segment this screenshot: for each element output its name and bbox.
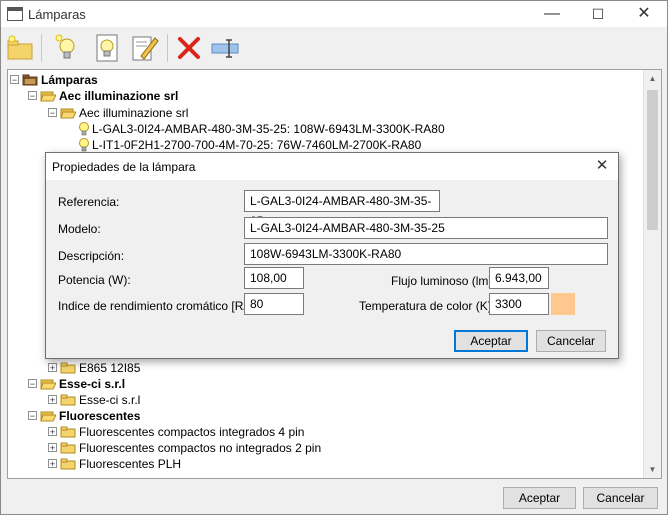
folder-icon — [60, 442, 76, 454]
toolbar-separator — [167, 34, 168, 62]
folder-open-icon — [60, 108, 76, 119]
tree-row[interactable]: + Fluorescentes PLH — [46, 456, 606, 472]
rename-button[interactable] — [209, 32, 241, 64]
tree-row-label: Esse-ci s.r.l — [59, 377, 126, 391]
referencia-label: Referencia: — [58, 195, 120, 209]
dialog-cancel-button[interactable]: Cancelar — [536, 330, 606, 352]
collapse-icon[interactable]: − — [28, 379, 37, 389]
descripcion-label: Descripción: — [58, 249, 125, 263]
temperatura-field[interactable]: 3300 — [489, 293, 549, 315]
maximize-button[interactable]: ☐ — [575, 1, 621, 27]
delete-x-icon — [178, 37, 200, 59]
tree-row-label: Lámparas — [41, 73, 98, 87]
scroll-thumb[interactable] — [647, 90, 658, 230]
tree-row[interactable]: L-GAL3-0I24-AMBAR-480-3M-35-25: 108W-694… — [66, 121, 626, 137]
folder-icon — [60, 426, 76, 438]
tree-vertical-scrollbar[interactable]: ▲ ▼ — [643, 70, 661, 478]
tree-row-label: Aec illuminazione srl — [79, 106, 189, 120]
close-window-button[interactable]: ✕ — [621, 1, 667, 27]
collapse-icon[interactable]: − — [10, 75, 19, 85]
expand-icon[interactable]: + — [48, 427, 57, 437]
bulb-icon — [79, 122, 89, 136]
color-temperature-swatch — [551, 293, 575, 315]
accept-button[interactable]: Aceptar — [503, 487, 576, 509]
delete-button[interactable] — [173, 32, 205, 64]
toolbar-separator — [41, 34, 42, 62]
ira-label: Indice de rendimiento cromático [RA]: — [58, 299, 259, 313]
title-bar: Lámparas — ☐ ✕ — [1, 1, 667, 27]
tree-row[interactable]: − Lámparas — [8, 72, 568, 88]
folder-icon — [60, 458, 76, 470]
tree-row-label: Fluorescentes — [59, 409, 141, 423]
lamp-properties-button[interactable] — [91, 32, 123, 64]
tree-row-label: L-GAL3-0I24-AMBAR-480-3M-35-25: 108W-694… — [92, 122, 445, 136]
folder-open-icon — [40, 91, 56, 102]
tree-row[interactable]: − Fluorescentes — [26, 408, 586, 424]
tree-row-label: Fluorescentes compactos no integrados 2 … — [79, 441, 322, 455]
potencia-label: Potencia (W): — [58, 273, 131, 287]
tree-row[interactable]: + Esse-ci s.r.l — [46, 392, 606, 408]
flujo-luminoso-field[interactable]: 6.943,00 — [489, 267, 549, 289]
dialog-accept-button[interactable]: Aceptar — [454, 330, 528, 352]
modelo-field[interactable]: L-GAL3-0I24-AMBAR-480-3M-35-25 — [244, 217, 608, 239]
new-lamp-icon — [55, 34, 75, 59]
new-lamp-button[interactable] — [51, 32, 83, 64]
folder-open-icon — [40, 379, 56, 390]
collapse-icon[interactable]: − — [28, 91, 37, 101]
expand-icon[interactable]: + — [48, 395, 57, 405]
referencia-field[interactable]: L-GAL3-0I24-AMBAR-480-3M-35-25 — [244, 190, 440, 228]
dialog-close-button[interactable]: ✕ — [592, 156, 612, 176]
tree-row-label: Esse-ci s.r.l — [79, 393, 141, 407]
cancel-button[interactable]: Cancelar — [583, 487, 658, 509]
tree-row-label: Fluorescentes compactos integrados 4 pin — [79, 425, 305, 439]
tree-row-label: L-IT1-0F2H1-2700-700-4M-70-25: 76W-7460L… — [92, 138, 422, 152]
tree-row[interactable]: − Aec illuminazione srl — [26, 88, 586, 104]
app-window-icon — [7, 7, 23, 21]
tree-row[interactable]: − Aec illuminazione srl — [46, 105, 606, 121]
tree-row[interactable]: + Fluorescentes compactos no integrados 2… — [46, 440, 606, 456]
edit-button[interactable] — [129, 32, 161, 64]
tree-row[interactable]: + E865 12I85 — [46, 360, 606, 376]
minimize-button[interactable]: — — [529, 1, 575, 27]
folder-icon — [60, 394, 76, 406]
rename-field-icon — [211, 39, 239, 58]
new-folder-button[interactable] — [5, 32, 37, 64]
descripcion-field[interactable]: 108W-6943LM-3300K-RA80 — [244, 243, 608, 265]
collapse-icon[interactable]: − — [48, 108, 57, 118]
expand-icon[interactable]: + — [48, 459, 57, 469]
scroll-down-arrow-icon[interactable]: ▼ — [644, 461, 661, 478]
expand-icon[interactable]: + — [48, 443, 57, 453]
expand-icon[interactable]: + — [48, 363, 57, 373]
ira-field[interactable]: 80 — [244, 293, 304, 315]
tree-row-label: E865 12I85 — [79, 361, 141, 375]
new-folder-icon — [7, 35, 33, 60]
tree-row[interactable]: + Fluorescentes compactos integrados 4 pi… — [46, 424, 606, 440]
flujo-luminoso-label: Flujo luminoso (lm): — [391, 274, 496, 288]
tree-row-label: Fluorescentes PLH — [79, 457, 182, 471]
lamp-properties-dialog: Propiedades de la lámpara ✕ Referencia: … — [45, 152, 619, 359]
collapse-icon[interactable]: − — [28, 411, 37, 421]
window-title: Lámparas — [28, 7, 86, 22]
potencia-field[interactable]: 108,00 — [244, 267, 304, 289]
tree-row[interactable]: − Esse-ci s.r.l — [26, 376, 586, 392]
scroll-up-arrow-icon[interactable]: ▲ — [644, 70, 661, 87]
modelo-label: Modelo: — [58, 222, 101, 236]
dialog-title: Propiedades de la lámpara — [52, 160, 196, 174]
edit-pencil-icon — [132, 36, 159, 61]
bulb-icon — [79, 138, 89, 152]
tree-row-label: Aec illuminazione srl — [59, 89, 179, 103]
toolbar — [1, 28, 667, 68]
folder-icon — [60, 362, 76, 374]
folder-open-icon — [40, 411, 56, 422]
lamp-document-icon — [96, 34, 118, 62]
folder-open-icon — [22, 74, 38, 86]
temperatura-label: Temperatura de color (K): — [359, 299, 496, 313]
dialog-title-bar: Propiedades de la lámpara ✕ — [46, 153, 618, 180]
tree-row[interactable]: L-IT1-0F2H1-2700-700-4M-70-25: 76W-7460L… — [66, 137, 626, 153]
